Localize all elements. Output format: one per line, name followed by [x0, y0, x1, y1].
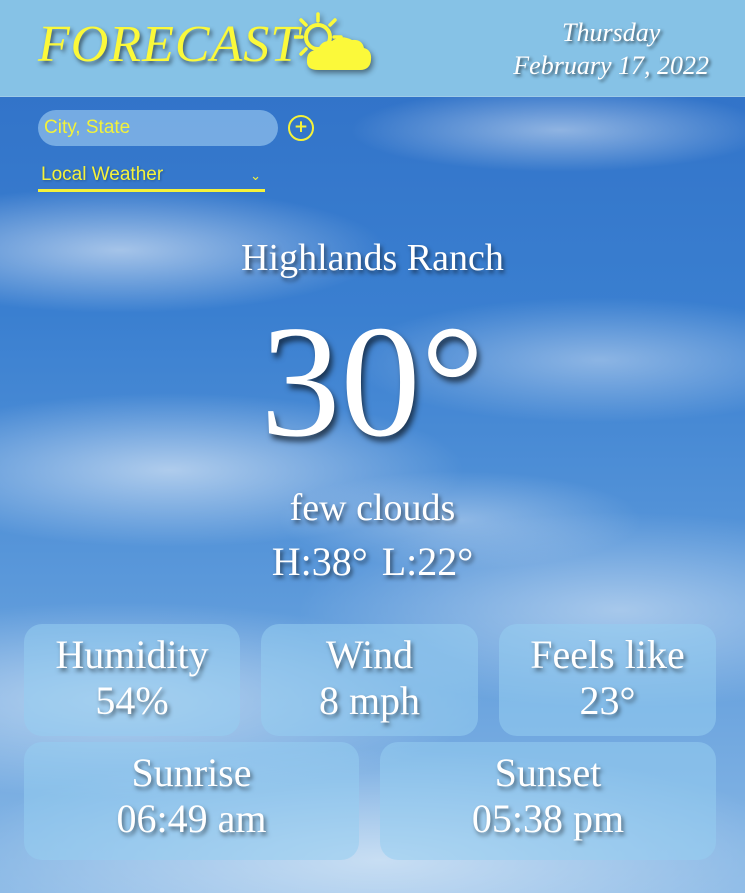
app-header: FORECAST Thursday February 17, 2022 — [0, 0, 745, 97]
city-search-input[interactable] — [38, 110, 278, 146]
high-low: H:38° L:22° — [0, 538, 745, 585]
weather-condition: few clouds — [289, 487, 456, 529]
sunrise-label: Sunrise — [131, 750, 252, 795]
wind-label: Wind — [325, 632, 414, 677]
humidity-value: 54% — [95, 678, 169, 723]
feels-like-label: Feels like — [530, 632, 685, 677]
logo[interactable]: FORECAST — [38, 12, 374, 74]
sunset-label: Sunset — [494, 750, 602, 795]
location-select[interactable]: Local Weather ⌄ — [38, 160, 265, 192]
sunrise-value: 06:49 am — [116, 796, 267, 841]
date-display: Thursday February 17, 2022 — [513, 16, 709, 82]
sunset-value: 05:38 pm — [471, 796, 625, 841]
feels-like-card: Feels like 23° — [499, 624, 716, 736]
high-temperature: H:38° — [271, 539, 368, 584]
location-select-value: Local Weather — [41, 163, 164, 185]
low-temperature: L:22° — [381, 539, 474, 584]
city-name: Highlands Ranch — [241, 237, 504, 279]
sunrise-card: Sunrise 06:49 am — [24, 742, 359, 860]
current-temperature: 30° — [260, 292, 485, 470]
wind-value: 8 mph — [318, 678, 421, 723]
full-date: February 17, 2022 — [513, 51, 709, 80]
search-row: + — [38, 110, 314, 146]
weekday: Thursday — [562, 18, 661, 47]
plus-circle-icon: + — [293, 117, 309, 137]
wind-card: Wind 8 mph — [261, 624, 478, 736]
sun-cloud-icon — [294, 12, 372, 70]
humidity-card: Humidity 54% — [24, 624, 240, 736]
chevron-down-icon: ⌄ — [250, 169, 261, 184]
feels-like-value: 23° — [579, 678, 636, 723]
sunset-card: Sunset 05:38 pm — [380, 742, 716, 860]
humidity-label: Humidity — [55, 632, 209, 677]
logo-text: FORECAST — [38, 16, 301, 73]
add-city-button[interactable]: + — [288, 115, 314, 141]
